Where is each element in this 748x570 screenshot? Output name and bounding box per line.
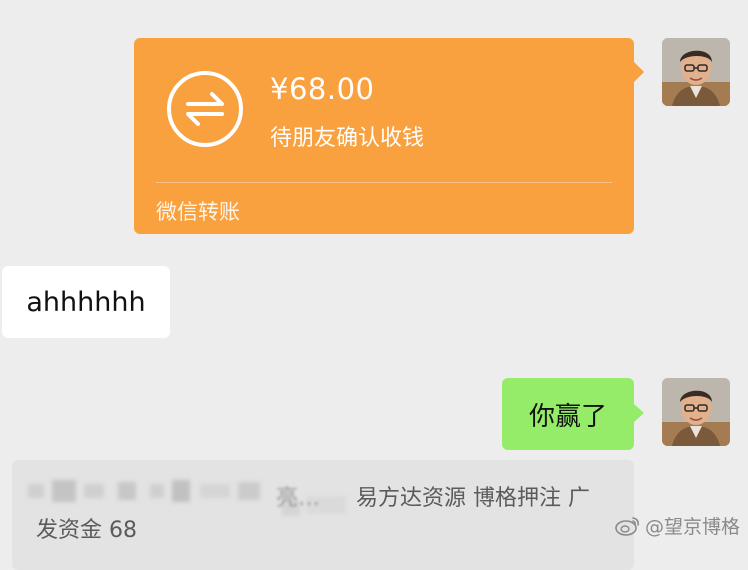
redacted-block — [150, 484, 164, 498]
redacted-block — [84, 484, 104, 498]
watermark-text: @望京博格 — [644, 516, 740, 538]
bubble-tail — [634, 62, 644, 82]
obscured-text: 亮… — [276, 486, 321, 511]
redacted-block — [200, 484, 230, 498]
received-message-bubble[interactable]: ahhhhhh — [2, 266, 170, 338]
divider — [156, 182, 612, 183]
watermark: @望京博格 — [615, 512, 740, 539]
message-text: ahhhhhh — [26, 286, 146, 318]
redacted-block — [118, 482, 136, 500]
avatar-photo-icon — [662, 378, 730, 446]
transfer-card[interactable]: ¥68.00 待朋友确认收钱 微信转账 — [134, 38, 644, 234]
avatar[interactable] — [662, 378, 730, 446]
redacted-block — [172, 480, 190, 502]
transfer-footer-label: 微信转账 — [156, 200, 240, 224]
message-text: 你赢了 — [528, 401, 607, 432]
message-text-line: 易方达资源 博格押注 广 — [356, 486, 590, 511]
sent-message-bubble[interactable]: 你赢了 — [502, 378, 644, 450]
avatar[interactable] — [662, 38, 730, 106]
avatar-photo-icon — [662, 38, 730, 106]
redacted-block — [238, 482, 260, 500]
redacted-block — [52, 480, 76, 502]
bubble-tail — [634, 404, 644, 422]
message-text-line: 发资金 68 — [36, 518, 137, 543]
transfer-arrows-icon — [167, 71, 243, 147]
weibo-icon — [615, 516, 639, 536]
transfer-status: 待朋友确认收钱 — [270, 126, 425, 151]
redacted-block — [28, 484, 44, 498]
transfer-amount: ¥68.00 — [270, 72, 375, 106]
